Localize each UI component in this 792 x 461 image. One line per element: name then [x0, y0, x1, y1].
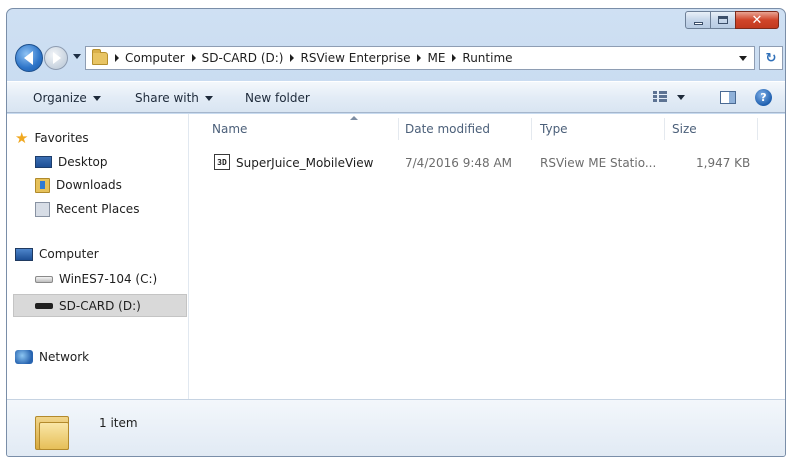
folder-icon	[35, 412, 71, 450]
nav-item-label: Favorites	[34, 131, 89, 145]
nav-item-label: WinES7-104 (C:)	[59, 272, 158, 286]
recent-places-icon	[35, 201, 50, 217]
chevron-down-icon	[92, 95, 101, 101]
nav-item-label: Desktop	[58, 155, 108, 169]
chevron-down-icon	[204, 95, 213, 101]
new-folder-button[interactable]: New folder	[245, 91, 310, 105]
nav-item-label: SD-CARD (D:)	[59, 299, 141, 313]
column-divider[interactable]	[664, 118, 665, 140]
content-area: ★ Favorites Desktop Downloads Recent Pla…	[7, 114, 785, 399]
share-with-button[interactable]: Share with	[135, 91, 213, 105]
file-size: 1,947 KB	[696, 156, 751, 170]
nav-item-downloads[interactable]: Downloads	[35, 174, 122, 196]
address-bar[interactable]: Computer SD-CARD (D:) RSView Enterprise …	[85, 46, 755, 70]
breadcrumb-sd-card[interactable]: SD-CARD (D:)	[202, 51, 284, 65]
nav-item-desktop[interactable]: Desktop	[35, 151, 108, 173]
breadcrumb-separator-icon[interactable]	[115, 54, 119, 62]
chevron-down-icon	[677, 94, 685, 100]
refresh-button[interactable]: ↻	[759, 46, 783, 70]
table-row[interactable]: 3D SuperJuice_MobileView 7/4/2016 9:48 A…	[190, 152, 785, 174]
breadcrumb-separator-icon[interactable]	[452, 54, 457, 62]
share-with-label: Share with	[135, 91, 199, 105]
maximize-icon	[718, 16, 728, 24]
nav-item-computer[interactable]: Computer	[15, 243, 99, 265]
removable-drive-icon	[35, 303, 53, 309]
sort-ascending-icon	[350, 116, 358, 120]
minimize-button[interactable]	[685, 11, 711, 29]
runtime-file-icon: 3D	[214, 154, 230, 170]
new-folder-label: New folder	[245, 91, 310, 105]
command-bar: Organize Share with New folder ?	[7, 81, 785, 113]
nav-item-sd-card[interactable]: SD-CARD (D:)	[35, 295, 141, 317]
file-list[interactable]: Name Date modified Type Size 3D SuperJui…	[190, 114, 785, 399]
column-divider[interactable]	[398, 118, 399, 140]
view-list-icon	[653, 91, 667, 103]
recent-pages-dropdown[interactable]	[73, 54, 81, 59]
breadcrumb-separator-icon[interactable]	[191, 54, 196, 62]
change-view-button[interactable]	[653, 91, 685, 103]
help-icon: ?	[760, 91, 767, 104]
item-count: 1 item	[99, 416, 138, 430]
nav-item-drive-c[interactable]: WinES7-104 (C:)	[35, 268, 157, 290]
hard-drive-icon	[35, 275, 53, 283]
breadcrumb-me[interactable]: ME	[427, 51, 445, 65]
column-divider[interactable]	[757, 118, 758, 140]
file-name[interactable]: SuperJuice_MobileView	[236, 156, 373, 170]
help-button[interactable]: ?	[755, 89, 772, 106]
maximize-button[interactable]	[710, 11, 736, 29]
column-header-name[interactable]: Name	[212, 122, 247, 136]
nav-item-favorites[interactable]: ★ Favorites	[15, 127, 89, 149]
column-header-date-modified[interactable]: Date modified	[405, 122, 490, 136]
nav-item-label: Computer	[39, 247, 99, 261]
explorer-window: ✕ Computer SD-CARD (D:) RSView Enterpris…	[6, 8, 786, 457]
file-type: RSView ME Statio...	[540, 156, 657, 170]
column-header-size[interactable]: Size	[672, 122, 697, 136]
organize-label: Organize	[33, 91, 87, 105]
column-header-type[interactable]: Type	[540, 122, 568, 136]
downloads-icon	[35, 177, 50, 193]
back-arrow-icon	[23, 51, 33, 65]
nav-item-label: Downloads	[56, 178, 122, 192]
close-icon: ✕	[751, 12, 763, 28]
nav-item-network[interactable]: Network	[15, 346, 89, 368]
back-button[interactable]	[15, 44, 43, 72]
star-icon: ★	[15, 128, 29, 147]
forward-button[interactable]	[44, 46, 68, 70]
address-row: Computer SD-CARD (D:) RSView Enterprise …	[7, 41, 785, 75]
refresh-icon: ↻	[765, 50, 777, 66]
organize-button[interactable]: Organize	[33, 91, 101, 105]
close-button[interactable]: ✕	[735, 11, 779, 29]
file-date-modified: 7/4/2016 9:48 AM	[405, 156, 513, 170]
nav-item-label: Network	[39, 350, 90, 364]
breadcrumb-separator-icon[interactable]	[290, 54, 295, 62]
breadcrumb-runtime[interactable]: Runtime	[462, 51, 512, 65]
folder-icon	[92, 48, 108, 65]
breadcrumb-rsview-enterprise[interactable]: RSView Enterprise	[300, 51, 410, 65]
network-icon	[15, 350, 33, 364]
navigation-pane[interactable]: ★ Favorites Desktop Downloads Recent Pla…	[7, 114, 189, 399]
nav-item-recent-places[interactable]: Recent Places	[35, 198, 139, 220]
nav-item-label: Recent Places	[56, 202, 140, 216]
breadcrumb-computer[interactable]: Computer	[125, 51, 185, 65]
breadcrumb-separator-icon[interactable]	[417, 54, 422, 62]
computer-icon	[15, 247, 33, 261]
forward-arrow-icon	[53, 52, 61, 64]
column-divider[interactable]	[531, 118, 532, 140]
minimize-icon	[693, 21, 703, 25]
details-pane: 1 item	[7, 399, 785, 456]
address-dropdown-button[interactable]	[732, 47, 754, 69]
preview-pane-button[interactable]	[720, 91, 736, 104]
chevron-down-icon	[739, 55, 747, 61]
desktop-icon	[35, 156, 52, 168]
caption-buttons: ✕	[685, 11, 779, 29]
